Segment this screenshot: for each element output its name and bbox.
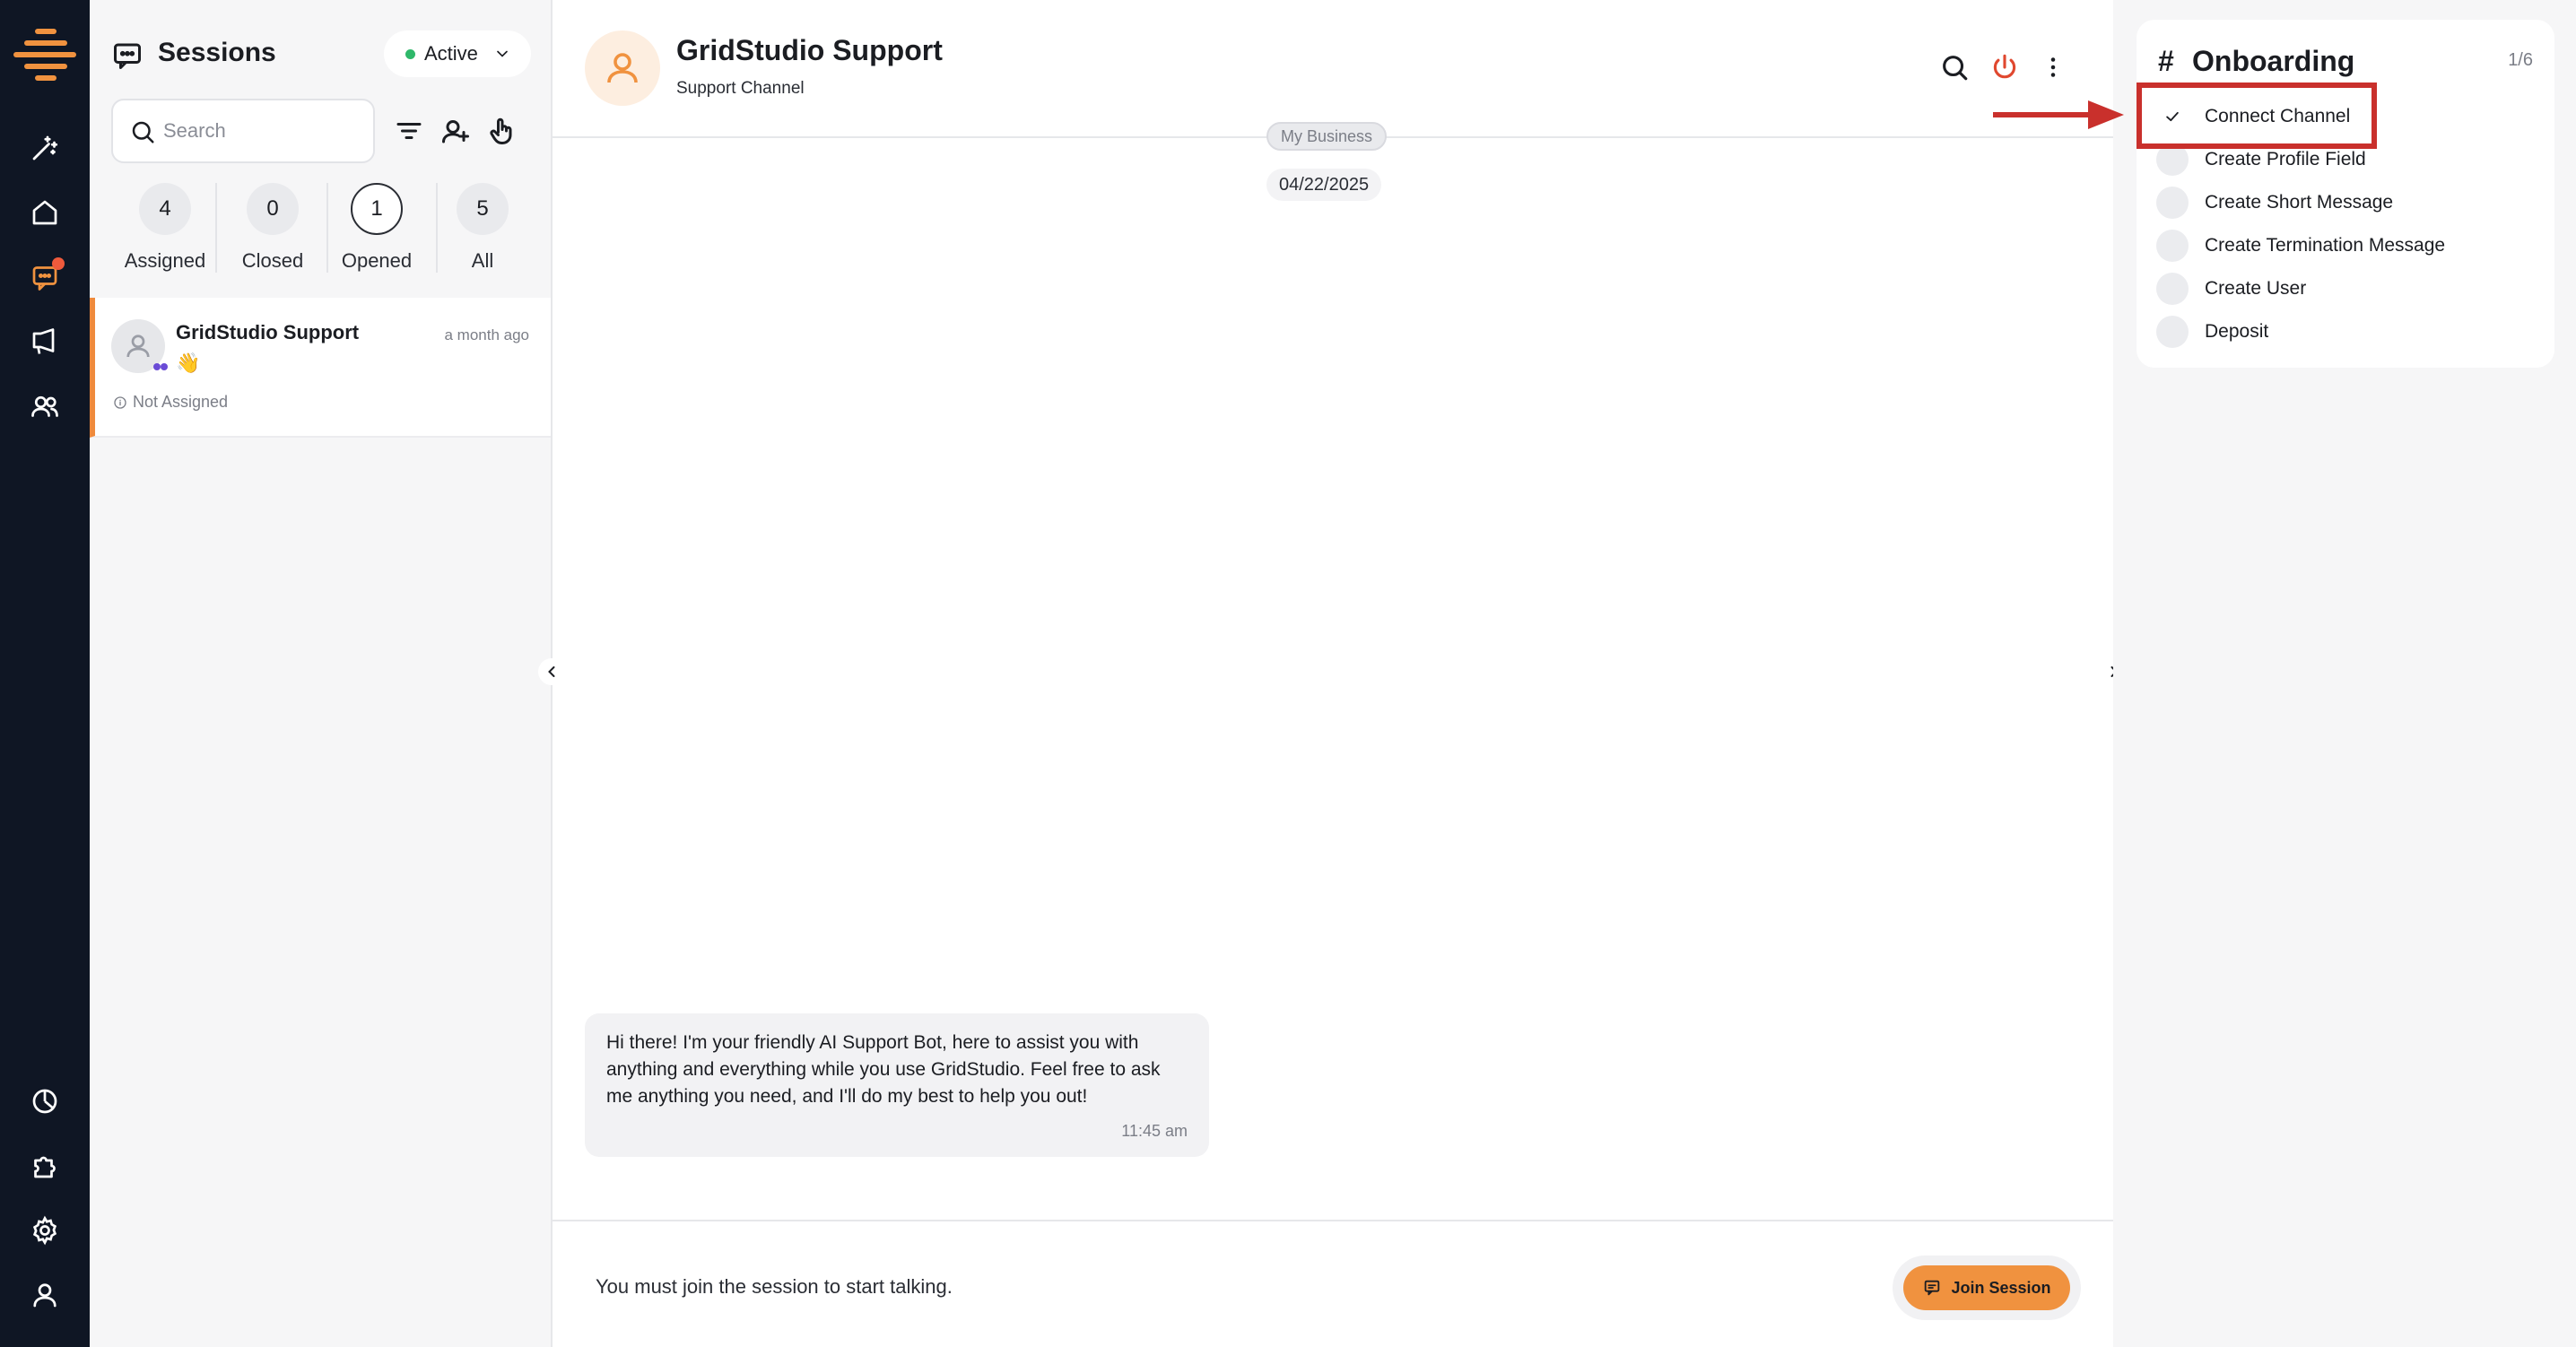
- count-opened-value: 1: [351, 183, 403, 235]
- nav-profile[interactable]: [0, 1268, 90, 1322]
- count-all-label: All: [471, 249, 494, 272]
- user-icon: [33, 1283, 57, 1308]
- session-preview: 👋: [176, 352, 201, 374]
- info-icon: [114, 395, 126, 409]
- search-box: [111, 99, 375, 163]
- step-label: Create Profile Field: [2205, 149, 2366, 169]
- hash-icon: #: [2158, 45, 2174, 77]
- step-label: Create Short Message: [2205, 192, 2394, 213]
- join-notice: You must join the session to start talki…: [596, 1275, 953, 1298]
- chat-header: GridStudio Support Support Channel: [553, 0, 2113, 138]
- chat-footer: You must join the session to start talki…: [553, 1220, 2113, 1347]
- step-create-short-message[interactable]: Create Short Message: [2156, 185, 2393, 221]
- join-session-button[interactable]: Join Session: [1903, 1265, 2070, 1310]
- chevron-down-icon: [497, 50, 508, 57]
- active-status-dot: [405, 48, 415, 59]
- step-deposit[interactable]: Deposit: [2156, 314, 2268, 350]
- onboarding-card: # Onboarding 1/6 Connect Channel Create …: [2137, 20, 2554, 368]
- step-create-termination-message[interactable]: Create Termination Message: [2156, 228, 2445, 264]
- users-icon: [31, 395, 58, 417]
- count-closed-value: 0: [247, 183, 299, 235]
- step-create-user[interactable]: Create User: [2156, 271, 2306, 307]
- divider: [215, 183, 217, 273]
- step-check: [2156, 187, 2189, 219]
- message-time: 11:45 am: [1121, 1122, 1188, 1140]
- message-text: Hi there! I'm your friendly AI Support B…: [606, 1032, 1161, 1107]
- status-label: Active: [424, 42, 478, 65]
- annotation-arrow-icon: [1993, 100, 2124, 129]
- channel-badge-icon: [153, 363, 168, 370]
- step-check: [2156, 273, 2189, 305]
- chevron-left-icon: [548, 666, 555, 677]
- nav-reports[interactable]: [0, 1074, 90, 1128]
- nav-sessions[interactable]: [0, 250, 90, 304]
- hand-pointer-icon[interactable]: [486, 115, 518, 147]
- count-all[interactable]: 5 All: [431, 183, 535, 273]
- count-all-value: 5: [457, 183, 509, 235]
- step-label: Create Termination Message: [2205, 235, 2446, 256]
- puzzle-icon: [34, 1156, 56, 1178]
- nav-rail: [0, 0, 90, 1347]
- join-session-label: Join Session: [1951, 1278, 2051, 1297]
- count-assigned-label: Assigned: [124, 249, 206, 272]
- chat-bubble-icon: [114, 43, 141, 69]
- search-input[interactable]: [163, 119, 373, 143]
- step-check: [2156, 230, 2189, 262]
- add-user-icon[interactable]: [439, 115, 472, 147]
- assignment-status: Not Assigned: [113, 393, 228, 412]
- date-chip: 04/22/2025: [1266, 169, 1382, 201]
- count-closed-label: Closed: [241, 249, 304, 272]
- nav-integrations[interactable]: [0, 1139, 90, 1193]
- count-opened[interactable]: 1 Opened: [325, 183, 429, 273]
- sessions-title: Sessions: [158, 38, 276, 67]
- gear-icon: [32, 1215, 57, 1246]
- nav-settings[interactable]: [0, 1204, 90, 1257]
- message-icon: [1925, 1280, 1940, 1296]
- user-icon: [607, 53, 638, 83]
- channel-name: Support Channel: [676, 79, 805, 98]
- message-bubble: Hi there! I'm your friendly AI Support B…: [585, 1013, 1209, 1157]
- nav-home[interactable]: [0, 186, 90, 239]
- onboarding-panel: # Onboarding 1/6 Connect Channel Create …: [2113, 0, 2576, 1347]
- search-icon[interactable]: [1939, 52, 1970, 83]
- count-assigned[interactable]: 4 Assigned: [113, 183, 217, 273]
- session-name: GridStudio Support: [176, 321, 360, 343]
- contact-avatar: [585, 30, 660, 106]
- count-assigned-value: 4: [139, 183, 191, 235]
- chat-area: GridStudio Support Support Channel My Bu…: [538, 0, 2128, 1347]
- step-label: Create User: [2205, 278, 2307, 299]
- onboarding-title: Onboarding: [2192, 45, 2355, 77]
- collapse-left-button[interactable]: [538, 658, 565, 685]
- megaphone-icon: [32, 328, 55, 354]
- app-logo-icon[interactable]: [13, 27, 77, 86]
- join-button-wrapper: Join Session: [1893, 1256, 2081, 1320]
- session-counts: 4 Assigned 0 Closed 1 Opened 5 All: [108, 183, 538, 282]
- magic-wand-icon: [32, 135, 58, 161]
- filter-icon[interactable]: [393, 115, 425, 147]
- search-icon: [132, 121, 154, 143]
- contact-name: GridStudio Support: [676, 34, 943, 66]
- user-placeholder-icon: [126, 335, 150, 358]
- nav-contacts[interactable]: [0, 379, 90, 433]
- notification-dot: [52, 257, 65, 270]
- count-closed[interactable]: 0 Closed: [221, 183, 325, 273]
- sessions-panel: Sessions Active 4 Assigned 0 Closed 1 Op…: [90, 0, 553, 1347]
- step-check: [2156, 316, 2189, 348]
- onboarding-progress: 1/6: [2508, 50, 2533, 70]
- home-icon: [32, 200, 57, 225]
- annotation-highlight-box: [2137, 83, 2377, 149]
- step-label: Deposit: [2205, 321, 2269, 342]
- nav-campaigns[interactable]: [0, 315, 90, 369]
- session-list-item[interactable]: GridStudio Support a month ago 👋 Not Ass…: [90, 298, 551, 438]
- nav-magic-wand[interactable]: [0, 121, 90, 175]
- status-dropdown[interactable]: Active: [384, 30, 531, 77]
- more-vertical-icon[interactable]: [2038, 52, 2068, 83]
- count-opened-label: Opened: [341, 249, 413, 272]
- business-chip: My Business: [1266, 122, 1388, 151]
- session-time: a month ago: [444, 326, 529, 343]
- assignment-label: Not Assigned: [133, 393, 229, 411]
- pie-chart-icon: [32, 1089, 57, 1114]
- power-icon[interactable]: [1989, 52, 2020, 83]
